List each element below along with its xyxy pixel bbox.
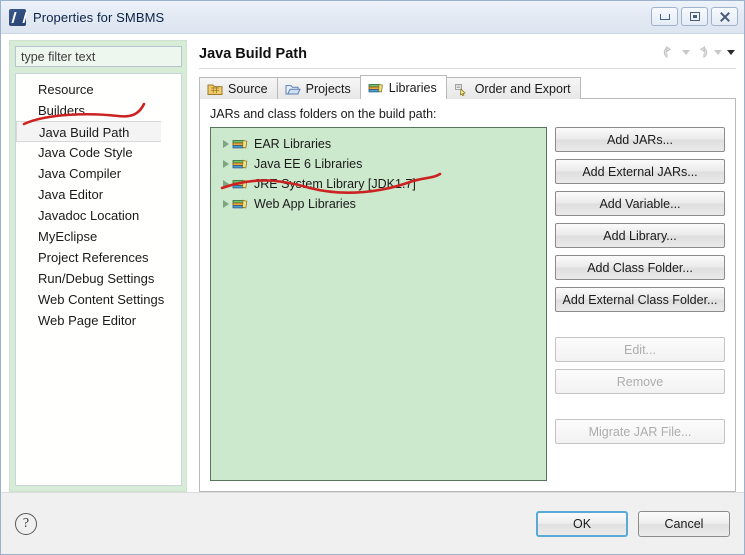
tab-projects-label: Projects: [305, 81, 351, 96]
forward-menu-chevron-down-icon[interactable]: [712, 44, 723, 60]
sidebar-item-javadoc-location[interactable]: Javadoc Location: [16, 205, 181, 226]
panel-row: EAR Libraries Java EE 6 Libraries JRE Sy…: [210, 127, 725, 481]
tab-source-label: Source: [228, 81, 268, 96]
dialog-footer: ? OK Cancel: [1, 492, 744, 554]
eclipse-app-icon: [9, 8, 26, 26]
expand-arrow-icon[interactable]: [219, 178, 232, 191]
sidebar-item-java-editor[interactable]: Java Editor: [16, 184, 181, 205]
page-header: Java Build Path: [199, 40, 736, 68]
tree-row-label: EAR Libraries: [254, 137, 332, 151]
header-divider: [199, 68, 736, 69]
sidebar-item-web-page-editor[interactable]: Web Page Editor: [16, 310, 181, 331]
back-arrow-icon[interactable]: [661, 44, 678, 60]
panel-label: JARs and class folders on the build path…: [210, 107, 437, 121]
tree-row-web-app-libraries[interactable]: Web App Libraries: [211, 194, 546, 214]
tree-row-java-ee-6-libraries[interactable]: Java EE 6 Libraries: [211, 154, 546, 174]
library-books-icon: [232, 137, 249, 151]
settings-page: Java Build Path Source Projects Librarie…: [187, 40, 736, 492]
minimize-button[interactable]: [651, 7, 678, 26]
footer-buttons: OK Cancel: [536, 510, 730, 537]
add-class-folder-button[interactable]: Add Class Folder...: [555, 255, 725, 280]
minimize-icon: [659, 13, 670, 20]
add-external-class-folder-button[interactable]: Add External Class Folder...: [555, 287, 725, 312]
edit-button[interactable]: Edit...: [555, 337, 725, 362]
ok-button[interactable]: OK: [536, 510, 628, 537]
add-external-jars-button[interactable]: Add External JARs...: [555, 159, 725, 184]
close-button[interactable]: [711, 7, 738, 26]
migrate-jar-file-button[interactable]: Migrate JAR File...: [555, 419, 725, 444]
tab-order-and-export-label: Order and Export: [474, 81, 571, 96]
expand-arrow-icon[interactable]: [219, 158, 232, 171]
button-group-divider-2: [555, 401, 725, 412]
expand-arrow-icon[interactable]: [219, 198, 232, 211]
libraries-books-icon: [368, 81, 384, 95]
view-menu-chevron-down-icon[interactable]: [725, 44, 736, 60]
sidebar-item-java-build-path[interactable]: Java Build Path: [16, 121, 161, 142]
cancel-button[interactable]: Cancel: [638, 510, 730, 537]
dialog-body: type filter text Resource Builders Java …: [1, 34, 744, 492]
add-jars-button[interactable]: Add JARs...: [555, 127, 725, 152]
sidebar-item-web-content-settings[interactable]: Web Content Settings: [16, 289, 181, 310]
sidebar-item-java-code-style[interactable]: Java Code Style: [16, 142, 181, 163]
page-nav-icons: [661, 44, 736, 60]
build-path-tree[interactable]: EAR Libraries Java EE 6 Libraries JRE Sy…: [210, 127, 547, 481]
close-icon: [719, 12, 730, 22]
maximize-button[interactable]: [681, 7, 708, 26]
remove-button[interactable]: Remove: [555, 369, 725, 394]
page-title: Java Build Path: [199, 46, 307, 62]
add-variable-button[interactable]: Add Variable...: [555, 191, 725, 216]
button-group-divider: [555, 319, 725, 330]
sidebar-item-run-debug-settings[interactable]: Run/Debug Settings: [16, 268, 181, 289]
window-title: Properties for SMBMS: [33, 9, 165, 25]
tab-order-and-export[interactable]: Order and Export: [445, 77, 581, 99]
libraries-tab-panel: JARs and class folders on the build path…: [199, 98, 736, 492]
tree-row-label: Web App Libraries: [254, 197, 356, 211]
library-books-icon: [232, 177, 249, 191]
tree-row-jre-system-library[interactable]: JRE System Library [JDK1.7]: [211, 174, 546, 194]
sidebar-item-java-compiler[interactable]: Java Compiler: [16, 163, 181, 184]
order-export-icon: [454, 82, 470, 96]
back-menu-chevron-down-icon[interactable]: [680, 44, 691, 60]
forward-arrow-icon[interactable]: [693, 44, 710, 60]
title-bar: Properties for SMBMS: [1, 1, 744, 34]
tab-bar: Source Projects Libraries Order and Expo…: [199, 75, 736, 99]
tab-projects[interactable]: Projects: [276, 77, 361, 99]
tab-libraries-label: Libraries: [388, 80, 437, 95]
tab-libraries[interactable]: Libraries: [359, 75, 447, 99]
properties-dialog: Properties for SMBMS type filter text Re…: [0, 0, 745, 555]
sidebar-item-project-references[interactable]: Project References: [16, 247, 181, 268]
source-folder-icon: [207, 82, 223, 96]
settings-sidebar: type filter text Resource Builders Java …: [9, 40, 187, 492]
expand-arrow-icon[interactable]: [219, 138, 232, 151]
window-controls: [651, 7, 738, 26]
sidebar-item-builders[interactable]: Builders: [16, 100, 181, 121]
library-books-icon: [232, 157, 249, 171]
sidebar-item-myeclipse[interactable]: MyEclipse: [16, 226, 181, 247]
tab-source[interactable]: Source: [199, 77, 278, 99]
library-actions: Add JARs... Add External JARs... Add Var…: [555, 127, 725, 481]
projects-folder-icon: [285, 82, 301, 96]
tree-row-label: Java EE 6 Libraries: [254, 157, 363, 171]
maximize-icon: [689, 12, 700, 21]
sidebar-item-resource[interactable]: Resource: [16, 79, 181, 100]
tree-row-ear-libraries[interactable]: EAR Libraries: [211, 134, 546, 154]
settings-tree[interactable]: Resource Builders Java Build Path Java C…: [15, 73, 182, 486]
filter-placeholder: type filter text: [21, 49, 96, 64]
library-books-icon: [232, 197, 249, 211]
help-icon[interactable]: ?: [15, 512, 37, 535]
add-library-button[interactable]: Add Library...: [555, 223, 725, 248]
filter-input[interactable]: type filter text: [15, 46, 182, 67]
tree-row-label: JRE System Library [JDK1.7]: [254, 177, 416, 191]
